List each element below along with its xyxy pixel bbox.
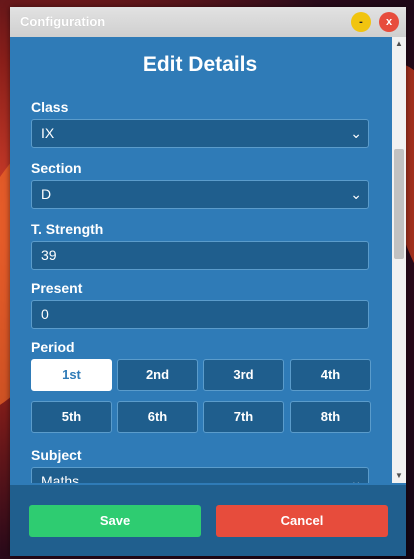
footer-bar: Save Cancel xyxy=(10,485,406,556)
present-value: 0 xyxy=(41,306,49,322)
section-value: D xyxy=(41,186,52,202)
subject-value: Maths xyxy=(41,473,80,483)
scrollbar-thumb[interactable] xyxy=(394,149,404,259)
form-content: Edit Details Class IX ⌄ Section D ⌄ T. S… xyxy=(10,37,390,483)
period-button-8th[interactable]: 8th xyxy=(290,401,371,433)
strength-value: 39 xyxy=(41,247,57,263)
page-title: Edit Details xyxy=(142,53,258,76)
scroll-up-arrow-icon[interactable]: ▲ xyxy=(392,37,406,51)
period-button-1st[interactable]: 1st xyxy=(31,359,112,391)
section-select[interactable]: D ⌄ xyxy=(31,180,369,209)
configuration-window: Configuration - x Edit Details Class IX … xyxy=(10,7,406,556)
chevron-down-icon: ⌄ xyxy=(350,186,362,202)
scroll-down-arrow-icon[interactable]: ▼ xyxy=(392,469,406,483)
class-select[interactable]: IX ⌄ xyxy=(31,119,369,148)
period-button-2nd[interactable]: 2nd xyxy=(117,359,198,391)
cancel-button[interactable]: Cancel xyxy=(216,505,388,537)
period-button-7th[interactable]: 7th xyxy=(203,401,284,433)
period-label: Period xyxy=(31,339,75,355)
minimize-button[interactable]: - xyxy=(351,12,371,32)
class-label: Class xyxy=(31,99,69,115)
title-bar[interactable]: Configuration - x xyxy=(10,7,406,37)
period-button-3rd[interactable]: 3rd xyxy=(203,359,284,391)
vertical-scrollbar[interactable]: ▲ ▼ xyxy=(392,37,406,483)
period-button-5th[interactable]: 5th xyxy=(31,401,112,433)
present-input[interactable]: 0 xyxy=(31,300,369,329)
period-button-6th[interactable]: 6th xyxy=(117,401,198,433)
save-button[interactable]: Save xyxy=(29,505,201,537)
window-title: Configuration xyxy=(20,14,106,29)
chevron-down-icon: ⌄ xyxy=(350,473,362,483)
subject-select[interactable]: Maths ⌄ xyxy=(31,467,369,483)
chevron-down-icon: ⌄ xyxy=(350,125,362,141)
strength-label: T. Strength xyxy=(31,221,104,237)
subject-label: Subject xyxy=(31,447,82,463)
class-value: IX xyxy=(41,125,55,141)
strength-input[interactable]: 39 xyxy=(31,241,369,270)
present-label: Present xyxy=(31,280,83,296)
section-label: Section xyxy=(31,160,82,176)
close-button[interactable]: x xyxy=(379,12,399,32)
period-button-4th[interactable]: 4th xyxy=(290,359,371,391)
